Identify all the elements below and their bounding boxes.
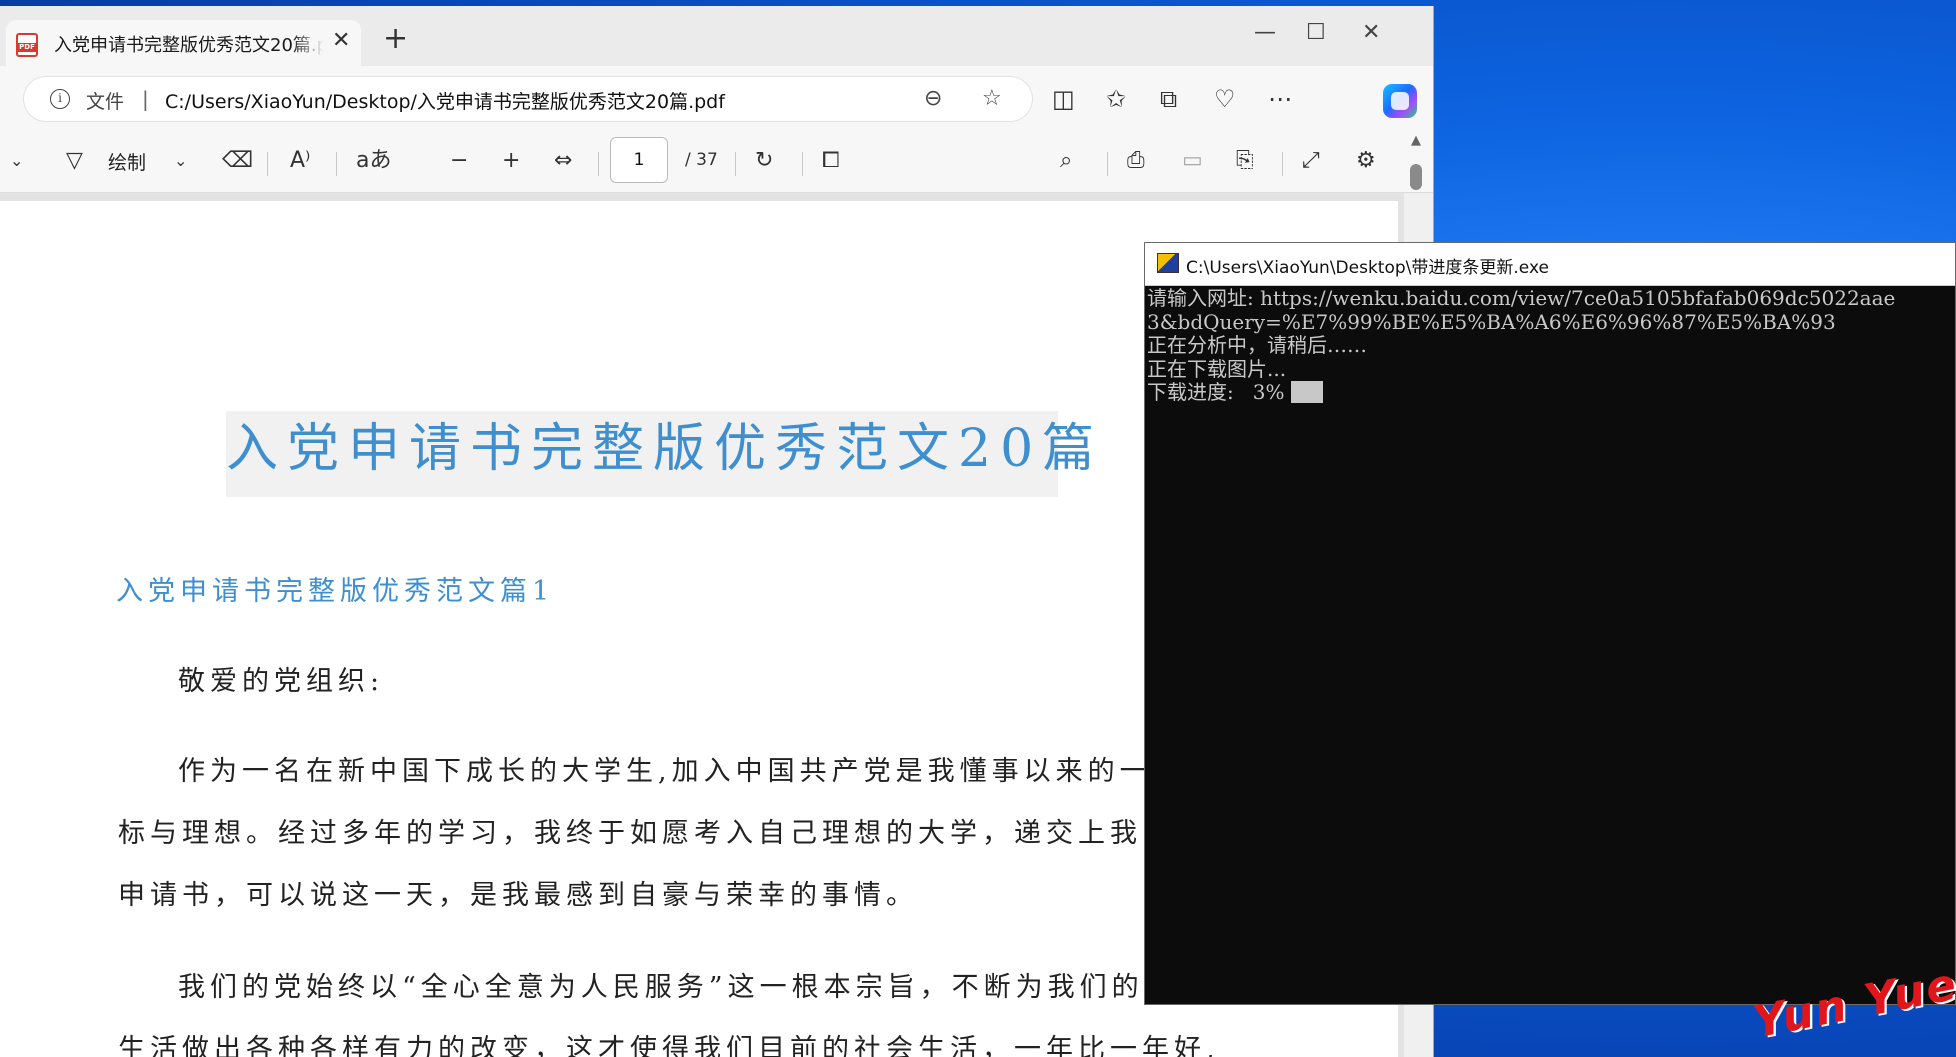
tab-pdf[interactable]: PDF 入党申请书完整版优秀范文20篇.pdf ✕ — [6, 20, 361, 66]
pdf-toolbar: ⌄ ▽ 绘制 ⌄ ⌫ A⁾ aあ − + ⇔ 1 / 37 ↻ ⧠ ⌕ ⎙ ▭ … — [0, 134, 1433, 193]
console-line: 下载进度: 3% — [1147, 380, 1285, 404]
file-scheme-label: 文件 — [86, 91, 125, 113]
console-line: 正在下载图片... — [1147, 356, 1287, 381]
page-view-icon[interactable]: ⧠ — [822, 146, 840, 176]
print-icon[interactable]: ⎙ — [1127, 146, 1145, 176]
chevron-down-icon[interactable]: ⌄ — [10, 146, 23, 176]
copilot-icon[interactable] — [1383, 84, 1417, 118]
document-line: 生活做出各种各样有力的改变，这才使得我们目前的社会生活，一年比一年好, — [118, 1034, 1220, 1057]
toolbar-divider — [1107, 152, 1108, 176]
zoom-plus-icon[interactable]: + — [502, 146, 520, 176]
draw-icon[interactable]: ▽ — [66, 146, 83, 176]
console-title: C:\Users\XiaoYun\Desktop\带进度条更新.exe — [1186, 258, 1549, 278]
address-separator: | — [142, 87, 149, 111]
scroll-up-icon[interactable]: ▲ — [1411, 133, 1421, 148]
close-window-icon[interactable]: ✕ — [1362, 20, 1380, 45]
toolbar-divider — [802, 152, 803, 176]
progress-bar-block — [1290, 381, 1323, 403]
toolbar-divider — [598, 152, 599, 176]
toolbar-divider — [267, 152, 268, 176]
console-progress-line: 下载进度: 3% — [1147, 380, 1955, 405]
console-output: 请输入网址: https://wenku.baidu.com/view/7ce0… — [1147, 286, 1955, 405]
document-line: 申请书，可以说这一天，是我最感到自豪与荣幸的事情。 — [118, 880, 918, 911]
toolbar-divider — [735, 152, 736, 176]
collections-icon[interactable]: ⧉ — [1160, 85, 1177, 113]
split-screen-icon[interactable]: ◫ — [1052, 85, 1075, 113]
page-number-input[interactable]: 1 — [610, 137, 668, 183]
save-icon[interactable]: ▭ — [1182, 146, 1203, 176]
more-menu-icon[interactable]: ⋯ — [1268, 85, 1292, 113]
scrollbar-thumb[interactable] — [1410, 164, 1422, 190]
console-line: 3&bdQuery=%E7%99%BE%E5%BA%A6%E6%96%87%E5… — [1147, 309, 1836, 334]
document-line: 作为一名在新中国下成长的大学生,加入中国共产党是我懂事以来的一个 — [178, 756, 1184, 787]
browser-essentials-icon[interactable]: ♡ — [1214, 85, 1236, 113]
favorite-star-icon[interactable]: ☆ — [982, 86, 1002, 111]
console-app-icon — [1157, 253, 1179, 273]
url-text[interactable]: C:/Users/XiaoYun/Desktop/入党申请书完整版优秀范文20篇… — [165, 87, 725, 114]
save-as-icon[interactable]: ⎘ — [1236, 146, 1254, 176]
tab-title: 入党申请书完整版优秀范文20篇.pdf — [54, 35, 324, 56]
document-line: 我们的党始终以“全心全意为人民服务”这一根本宗旨，不断为我们的人 — [178, 972, 1176, 1003]
toolbar-divider — [336, 152, 337, 176]
read-aloud-icon[interactable]: A⁾ — [290, 146, 310, 176]
console-titlebar[interactable]: C:\Users\XiaoYun\Desktop\带进度条更新.exe — [1145, 243, 1955, 286]
maximize-icon[interactable]: ☐ — [1306, 20, 1326, 45]
minimize-icon[interactable]: — — [1254, 20, 1276, 45]
draw-options-chevron-icon[interactable]: ⌄ — [174, 146, 187, 176]
search-icon[interactable]: ⌕ — [1060, 146, 1072, 176]
draw-label[interactable]: 绘制 — [108, 148, 146, 175]
favorites-icon[interactable]: ✩ — [1106, 85, 1126, 113]
tab-bar: PDF 入党申请书完整版优秀范文20篇.pdf ✕ + — ☐ ✕ — [0, 6, 1433, 66]
page-total: / 37 — [685, 150, 718, 170]
console-line: 正在分析中，请稍后…… — [1147, 333, 1367, 357]
pdf-file-icon: PDF — [16, 33, 38, 57]
zoom-minus-icon[interactable]: − — [450, 146, 468, 176]
eraser-icon[interactable]: ⌫ — [222, 146, 253, 176]
fullscreen-icon[interactable]: ⤢ — [1302, 146, 1320, 176]
pdf-badge-label: PDF — [18, 43, 36, 52]
fit-width-icon[interactable]: ⇔ — [554, 146, 572, 176]
address-bar: i 文件 | C:/Users/XiaoYun/Desktop/入党申请书完整版… — [0, 66, 1433, 134]
translate-icon[interactable]: aあ — [356, 146, 391, 176]
toolbar-divider — [1282, 152, 1283, 176]
document-line: 敬爱的党组织: — [178, 666, 385, 697]
console-window: C:\Users\XiaoYun\Desktop\带进度条更新.exe 请输入网… — [1144, 242, 1956, 1005]
new-tab-button[interactable]: + — [383, 24, 408, 54]
info-icon[interactable]: i — [50, 89, 70, 109]
omnibox[interactable]: i 文件 | C:/Users/XiaoYun/Desktop/入党申请书完整版… — [24, 77, 1032, 121]
tab-close-icon[interactable]: ✕ — [332, 28, 350, 53]
document-title: 入党申请书完整版优秀范文20篇 — [226, 419, 1104, 479]
console-line: 请输入网址: https://wenku.baidu.com/view/7ce0… — [1147, 286, 1896, 310]
settings-gear-icon[interactable]: ⚙ — [1356, 146, 1376, 176]
document-subtitle: 入党申请书完整版优秀范文篇1 — [116, 576, 555, 607]
document-line: 标与理想。经过多年的学习，我终于如愿考入自己理想的大学，递交上我的入 — [118, 818, 1206, 849]
rotate-icon[interactable]: ↻ — [755, 146, 773, 176]
zoom-out-icon[interactable]: ⊖ — [924, 86, 942, 111]
